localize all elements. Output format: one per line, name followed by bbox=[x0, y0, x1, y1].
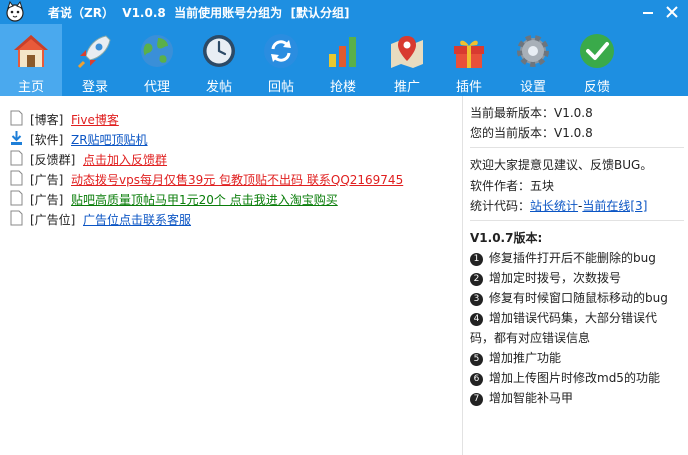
changelog-text: 增加上传图片时修改md5的功能 bbox=[489, 371, 660, 385]
link-blog[interactable]: Five博客 bbox=[71, 111, 119, 128]
toolbar-grab-floor-label: 抢楼 bbox=[329, 80, 356, 95]
link-ad-taobao[interactable]: 贴吧高质量顶帖马甲1元20个 点击我进入淘宝购买 bbox=[71, 191, 338, 208]
toolbar-proxy[interactable]: 代理 bbox=[126, 24, 188, 96]
changelog-item: 1 修复插件打开后不能删除的bug bbox=[470, 249, 656, 266]
changelog-text: 增加智能补马甲 bbox=[489, 391, 574, 405]
changelog-item: 6 增加上传图片时修改md5的功能 bbox=[470, 369, 660, 386]
welcome-text: 欢迎大家提意见建议、反馈BUG。 bbox=[470, 158, 653, 172]
home-icon bbox=[14, 35, 48, 67]
changelog-text: 增加错误代码集，大部分错误代 bbox=[489, 311, 658, 325]
changelog-item: 5 增加推广功能 bbox=[470, 349, 561, 366]
window-title: 者说（ZR） V1.0.8 当前使用账号分组为 [默认分组] bbox=[48, 6, 350, 20]
number-badge: 6 bbox=[470, 373, 483, 386]
link-tag: [广告] bbox=[30, 193, 64, 207]
changelog-item: 码，都有对应错误信息 bbox=[470, 329, 590, 346]
toolbar-reply-label: 回帖 bbox=[267, 80, 294, 95]
close-button[interactable] bbox=[662, 2, 682, 22]
latest-version: 当前最新版本：V1.0.8 bbox=[470, 106, 593, 120]
changelog-item: 7 增加智能补马甲 bbox=[470, 389, 573, 406]
changelog-text: 码，都有对应错误信息 bbox=[470, 331, 591, 345]
link-feedback-group[interactable]: 点击加入反馈群 bbox=[83, 151, 167, 168]
link-tag: [博客] bbox=[30, 113, 64, 127]
number-badge: 4 bbox=[470, 313, 483, 326]
stats-label: 统计代码： bbox=[470, 199, 531, 213]
main-toolbar: 主页 登录 代理 发帖 回帖 抢楼 推广 插件 设置 反馈 bbox=[0, 24, 688, 96]
toolbar-feedback-label: 反馈 bbox=[583, 80, 610, 95]
rocket-icon bbox=[77, 35, 111, 69]
link-tag: [软件] bbox=[30, 133, 64, 147]
globe-icon bbox=[141, 35, 173, 67]
file-icon bbox=[10, 190, 23, 206]
changelog-text: 修复有时候窗口随鼠标移动的bug bbox=[489, 291, 668, 305]
number-badge: 7 bbox=[470, 393, 483, 406]
changelog-title: V1.0.7版本: bbox=[470, 231, 543, 245]
online-link[interactable]: 当前在线[3] bbox=[582, 199, 647, 213]
gear-icon bbox=[517, 35, 549, 67]
stats-line: 统计代码：站长统计-当前在线[3] bbox=[470, 197, 647, 214]
changelog-item: 3 修复有时候窗口随鼠标移动的bug bbox=[470, 289, 668, 306]
cat-logo-icon bbox=[6, 1, 24, 22]
toolbar-grab-floor[interactable]: 抢楼 bbox=[312, 24, 374, 96]
link-software[interactable]: ZR贴吧顶贴机 bbox=[71, 131, 148, 148]
toolbar-plugin-label: 插件 bbox=[455, 80, 482, 95]
changelog-item: 4 增加错误代码集，大部分错误代 bbox=[470, 309, 657, 326]
map-pin-icon bbox=[391, 36, 423, 68]
bar-chart-icon bbox=[329, 37, 356, 67]
close-icon bbox=[666, 6, 678, 18]
changelog-item: 2 增加定时拨号，次数拨号 bbox=[470, 269, 621, 286]
toolbar-login-label: 登录 bbox=[81, 80, 108, 95]
divider bbox=[470, 147, 684, 148]
current-version: 您的当前版本：V1.0.8 bbox=[470, 126, 593, 140]
checkmark-icon bbox=[580, 34, 614, 68]
file-icon bbox=[10, 210, 23, 226]
changelog-text: 修复插件打开后不能删除的bug bbox=[489, 251, 656, 265]
file-icon bbox=[10, 150, 23, 166]
toolbar-home[interactable]: 主页 bbox=[0, 24, 62, 96]
number-badge: 1 bbox=[470, 253, 483, 266]
divider bbox=[462, 96, 463, 455]
toolbar-post-label: 发帖 bbox=[205, 80, 232, 95]
changelog-text: 增加推广功能 bbox=[489, 351, 562, 365]
link-ad-slot[interactable]: 广告位点击联系客服 bbox=[83, 211, 191, 228]
title-bar: 者说（ZR） V1.0.8 当前使用账号分组为 [默认分组] bbox=[0, 0, 688, 24]
toolbar-promote-label: 推广 bbox=[393, 80, 420, 95]
number-badge: 5 bbox=[470, 353, 483, 366]
toolbar-settings[interactable]: 设置 bbox=[502, 24, 564, 96]
link-tag: [反馈群] bbox=[30, 153, 76, 167]
stats-link[interactable]: 站长统计 bbox=[530, 199, 578, 213]
toolbar-feedback[interactable]: 反馈 bbox=[566, 24, 628, 96]
link-tag: [广告] bbox=[30, 173, 64, 187]
file-icon bbox=[10, 110, 23, 126]
clock-icon bbox=[203, 35, 235, 67]
author-text: 软件作者：五块 bbox=[470, 179, 555, 193]
toolbar-login[interactable]: 登录 bbox=[64, 24, 126, 96]
refresh-icon bbox=[264, 34, 298, 68]
minimize-button[interactable] bbox=[638, 2, 658, 22]
toolbar-plugin[interactable]: 插件 bbox=[438, 24, 500, 96]
minimize-icon bbox=[643, 12, 653, 14]
changelog-text: 增加定时拨号，次数拨号 bbox=[489, 271, 622, 285]
toolbar-proxy-label: 代理 bbox=[143, 80, 170, 95]
divider bbox=[470, 220, 684, 221]
link-ad-vps[interactable]: 动态拨号vps每月仅售39元 包教顶贴不出码 联系QQ2169745 bbox=[71, 171, 403, 188]
toolbar-reply[interactable]: 回帖 bbox=[250, 24, 312, 96]
toolbar-settings-label: 设置 bbox=[519, 80, 546, 95]
toolbar-promote[interactable]: 推广 bbox=[376, 24, 438, 96]
toolbar-home-label: 主页 bbox=[17, 80, 44, 95]
download-icon bbox=[11, 131, 22, 145]
number-badge: 3 bbox=[470, 293, 483, 306]
toolbar-post[interactable]: 发帖 bbox=[188, 24, 250, 96]
file-icon bbox=[10, 170, 23, 186]
gift-icon bbox=[454, 40, 484, 68]
number-badge: 2 bbox=[470, 273, 483, 286]
link-tag: [广告位] bbox=[30, 213, 76, 227]
